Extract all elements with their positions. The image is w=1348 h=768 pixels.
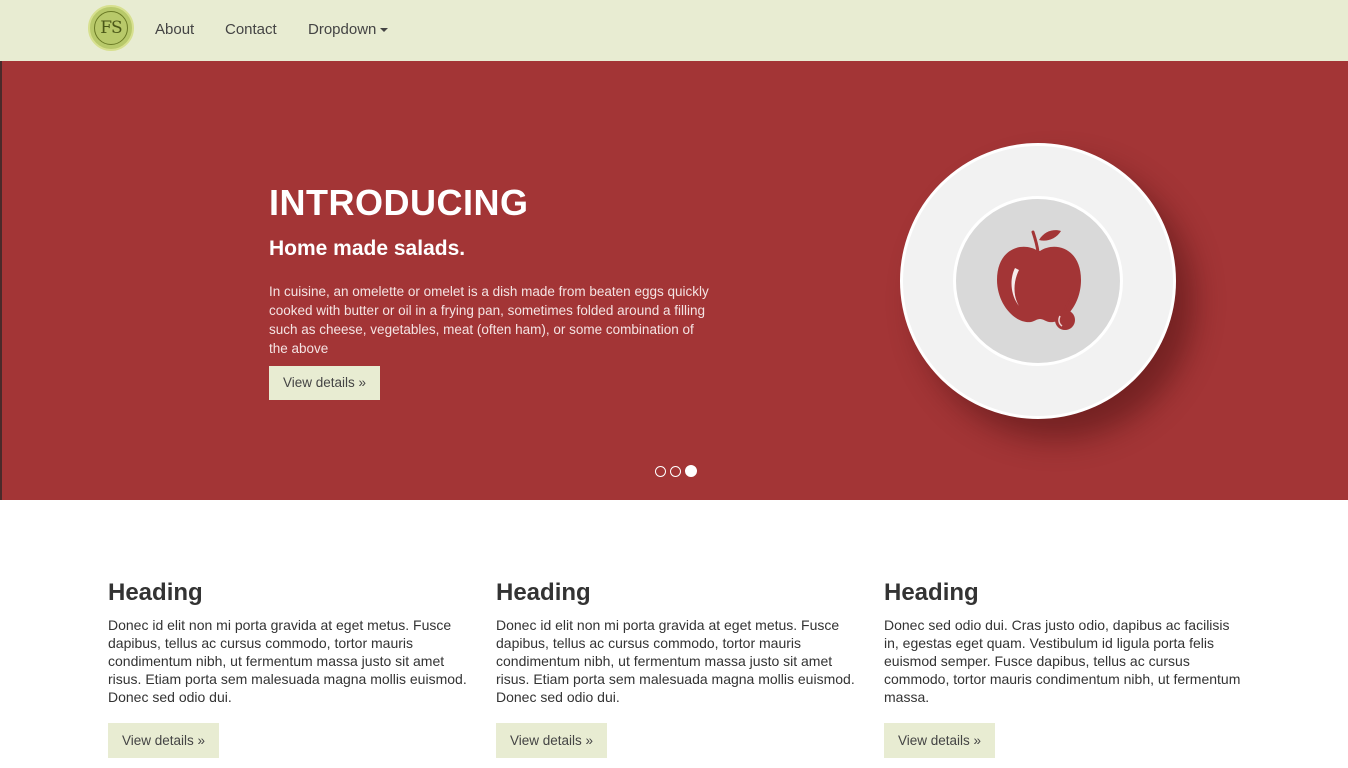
nav-link-about[interactable]: About	[155, 20, 194, 40]
navbar: FS About Contact Dropdown	[0, 0, 1348, 61]
plate-inner	[953, 196, 1123, 366]
plate-image	[900, 143, 1176, 419]
nav-dropdown-toggle[interactable]: Dropdown	[308, 20, 389, 40]
carousel-indicator-2[interactable]	[670, 466, 681, 477]
column-view-details-button[interactable]: View details »	[884, 723, 995, 758]
nav-dropdown-label: Dropdown	[308, 21, 377, 38]
column-text: Donec sed odio dui. Cras justo odio, dap…	[884, 617, 1241, 705]
column-view-details-button[interactable]: View details »	[108, 723, 219, 758]
brand-logo-text: FS	[94, 11, 128, 45]
hero-carousel: INTRODUCING Home made salads. In cuisine…	[0, 61, 1348, 500]
column-text: Donec id elit non mi porta gravida at eg…	[496, 617, 855, 705]
carousel-indicator-3-active[interactable]	[685, 465, 697, 477]
carousel-indicators	[655, 464, 705, 478]
hero-subtitle: Home made salads.	[269, 237, 466, 260]
feature-column-3: Heading Donec sed odio dui. Cras justo o…	[884, 578, 1246, 758]
apple-icon	[997, 230, 1081, 330]
column-view-details-button[interactable]: View details »	[496, 723, 607, 758]
column-heading: Heading	[884, 579, 979, 606]
feature-column-1: Heading Donec id elit non mi porta gravi…	[108, 578, 470, 758]
column-heading: Heading	[108, 579, 203, 606]
column-text: Donec id elit non mi porta gravida at eg…	[108, 617, 467, 705]
feature-column-2: Heading Donec id elit non mi porta gravi…	[496, 578, 858, 758]
brand-logo[interactable]: FS	[88, 5, 134, 51]
hero-title: INTRODUCING	[269, 182, 529, 223]
column-heading: Heading	[496, 579, 591, 606]
hero-description: In cuisine, an omelette or omelet is a d…	[269, 284, 709, 356]
carousel-indicator-1[interactable]	[655, 466, 666, 477]
hero-view-details-button[interactable]: View details »	[269, 366, 380, 400]
caret-down-icon	[380, 28, 389, 33]
nav-link-contact[interactable]: Contact	[225, 20, 277, 40]
